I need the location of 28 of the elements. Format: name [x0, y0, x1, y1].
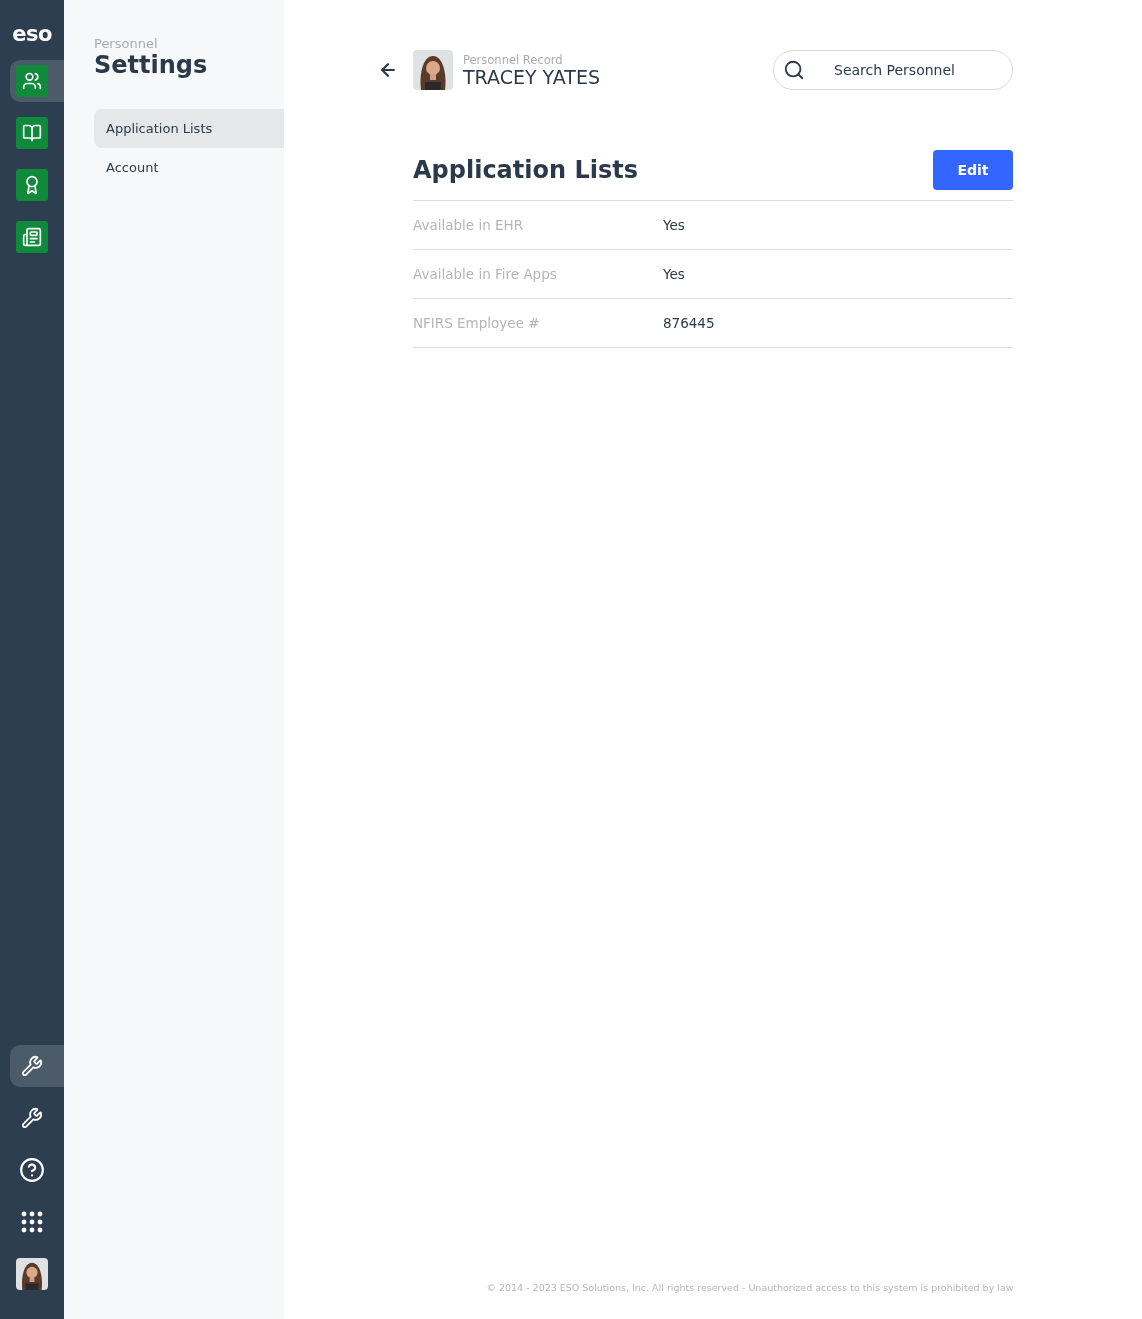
help-icon — [19, 1157, 45, 1183]
wrench-icon — [21, 1107, 43, 1129]
record-caption: Personnel Record — [463, 53, 564, 67]
edit-button[interactable]: Edit — [933, 150, 1013, 190]
newspaper-icon — [22, 227, 42, 247]
section-label: Personnel — [94, 36, 159, 51]
search-icon — [783, 59, 805, 81]
book-icon — [22, 123, 42, 143]
field-value: 876445 — [663, 315, 716, 331]
field-value: Yes — [663, 266, 686, 282]
back-button[interactable] — [378, 60, 398, 80]
sidebar-title: Settings — [94, 51, 209, 79]
field-label: NFIRS Employee # — [413, 315, 541, 331]
field-value: Yes — [663, 217, 686, 233]
panel-title: Application Lists — [413, 156, 638, 184]
field-label: Available in EHR — [413, 217, 525, 233]
person-name: TRACEY YATES — [463, 67, 600, 87]
copyright-text: © 2014 - 2023 ESO Solutions, Inc. All rights reserved - Unauthorized access to this system is prohibited by law — [485, 1282, 1015, 1293]
sidebar-item[interactable]: Application Lists — [94, 109, 284, 148]
search-field[interactable]: Search Personnel — [773, 50, 1013, 90]
wrench-icon — [21, 1055, 43, 1077]
sidebar-item[interactable]: Account — [94, 148, 284, 187]
field-label: Available in Fire Apps — [413, 266, 558, 282]
apps-grid-icon — [21, 1211, 43, 1233]
nav-button[interactable] — [10, 60, 64, 102]
logo: eso — [11, 22, 53, 46]
people-icon — [22, 71, 42, 91]
nav-button[interactable] — [10, 1045, 64, 1087]
